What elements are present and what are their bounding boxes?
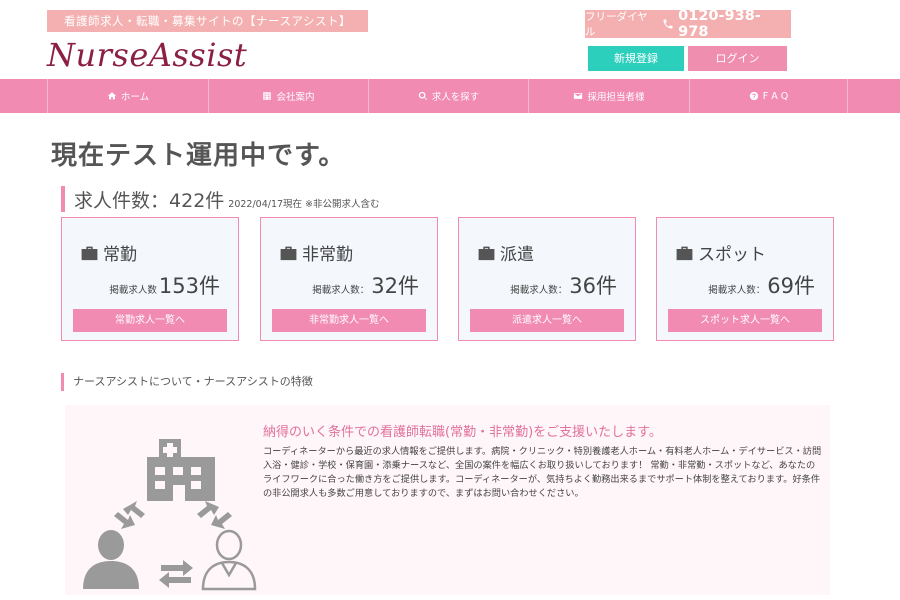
job-total: 求人件数： 422件 2022/04/17現在 ※非公開求人含む — [61, 186, 380, 212]
briefcase-icon — [676, 246, 693, 260]
card-title: 派遣 — [500, 245, 534, 265]
nav-item-home[interactable]: ホーム — [47, 79, 208, 113]
site-logo[interactable]: NurseAssist — [47, 36, 247, 74]
fulltime-list-button[interactable]: 常勤求人一覧へ — [73, 309, 227, 332]
card-title: 常勤 — [103, 245, 137, 265]
phone-icon — [663, 19, 673, 29]
count-value: 153件 — [158, 274, 220, 298]
count-value: 36件 — [569, 274, 617, 298]
card-title: 非常勤 — [302, 245, 353, 265]
card-parttime: 非常勤 掲載求人数： 32件 非常勤求人一覧へ — [260, 217, 438, 341]
total-value: 422件 — [169, 190, 225, 212]
person-icon — [83, 530, 139, 589]
card-fulltime: 常勤 掲載求人数 153件 常勤求人一覧へ — [61, 217, 239, 341]
nav-item-label: F A Q — [762, 90, 789, 102]
nav-item-label: 会社案内 — [276, 92, 315, 103]
nav-item-search[interactable]: 求人を探す — [368, 79, 528, 113]
login-button[interactable]: ログイン — [688, 46, 787, 71]
card-dispatch: 派遣 掲載求人数： 36件 派遣求人一覧へ — [458, 217, 636, 341]
phone-banner[interactable]: フリーダイヤル 0120-938-978 — [585, 8, 791, 40]
card-title: スポット — [698, 245, 766, 265]
mail-icon — [574, 93, 583, 99]
phone-label: フリーダイヤル — [585, 11, 648, 38]
about-heading: ナースアシストについて・ナースアシストの特徴 — [61, 373, 313, 391]
nav-item-label: 求人を探す — [431, 92, 480, 103]
building-icon — [263, 92, 272, 100]
count-label: 掲載求人数 — [109, 285, 157, 296]
dispatch-list-button[interactable]: 派遣求人一覧へ — [470, 309, 624, 332]
feature-panel: 納得のいく条件での看護師転職(常勤・非常勤)をご支援いたします。 コーディネータ… — [65, 405, 830, 595]
briefcase-icon — [280, 246, 297, 260]
search-icon — [418, 91, 427, 101]
count-label: 掲載求人数： — [708, 285, 766, 296]
site-tagline: 看護師求人・転職・募集サイトの【ナースアシスト】 — [47, 10, 368, 32]
count-value: 69件 — [767, 274, 815, 298]
briefcase-icon — [81, 246, 98, 260]
nav-item-label: 採用担当者様 — [587, 92, 645, 103]
nav-item-company[interactable]: 会社案内 — [208, 79, 368, 113]
register-button[interactable]: 新規登録 — [588, 46, 684, 71]
count-label: 掲載求人数： — [510, 285, 568, 296]
card-spot: スポット 掲載求人数： 69件 スポット求人一覧へ — [656, 217, 834, 341]
hospital-illustration — [83, 439, 257, 591]
nav-item-recruiters[interactable]: 採用担当者様 — [528, 79, 689, 113]
briefcase-icon — [478, 246, 495, 260]
main-nav: ホーム 会社案内 求人を探す 採用担当者様 F A Q — [0, 79, 900, 113]
feature-title: 納得のいく条件での看護師転職(常勤・非常勤)をご支援いたします。 — [263, 425, 662, 440]
phone-number: 0120-938-978 — [678, 8, 761, 40]
parttime-list-button[interactable]: 非常勤求人一覧へ — [272, 309, 426, 332]
count-label: 掲載求人数： — [312, 285, 370, 296]
question-icon — [749, 91, 758, 101]
home-icon — [107, 92, 117, 100]
notice-heading: 現在テスト運用中です。 — [51, 141, 346, 171]
spot-list-button[interactable]: スポット求人一覧へ — [668, 309, 822, 332]
total-note: 2022/04/17現在 ※非公開求人含む — [228, 199, 380, 210]
count-value: 32件 — [371, 274, 419, 298]
nav-item-faq[interactable]: F A Q — [689, 79, 848, 113]
feature-text: コーディネーターから最近の求人情報をご提供します。病院・クリニック・特別養護老人… — [263, 446, 822, 499]
coordinator-icon — [201, 529, 257, 591]
total-label: 求人件数： — [74, 190, 170, 212]
nav-item-label: ホーム — [120, 92, 150, 103]
